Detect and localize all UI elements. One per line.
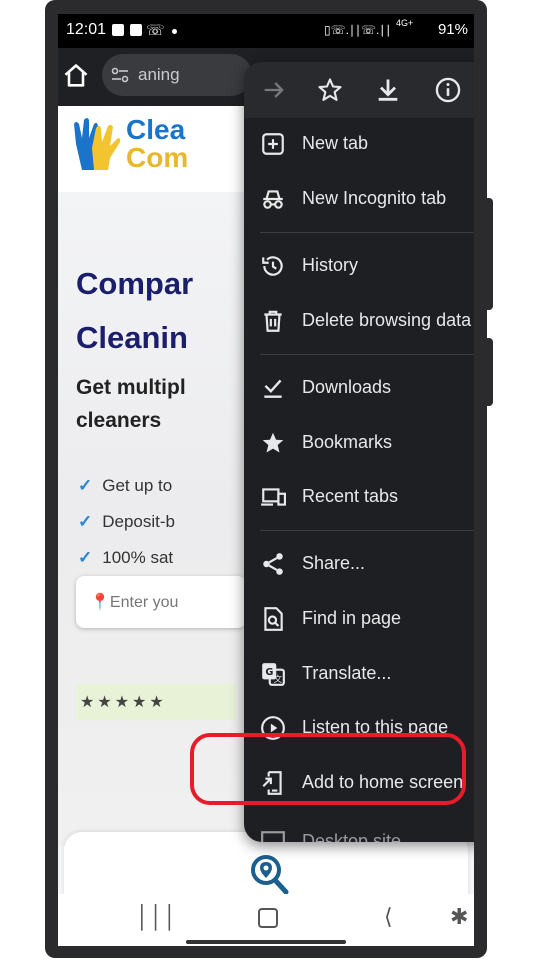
menu-item-share[interactable]: Share...: [244, 538, 474, 590]
menu-item-label: History: [302, 255, 359, 275]
menu-divider: [260, 354, 474, 355]
forward-icon[interactable]: [260, 76, 288, 104]
signal-icons: ▯☏.∣∣☏.∣∣: [324, 23, 392, 37]
accessibility-icon[interactable]: ✱: [450, 904, 468, 930]
checkmark-icon: ✓: [78, 476, 93, 495]
find-icon: [260, 606, 286, 632]
menu-item-desktop-site[interactable]: Desktop site: [244, 816, 474, 842]
page-info-icon[interactable]: [434, 76, 462, 104]
checkmark-icon: ✓: [78, 512, 93, 531]
whatsapp-notification-icon: ☏: [146, 22, 165, 39]
menu-item-history[interactable]: History: [244, 240, 474, 292]
hero-subtitle-line1: Get multipl: [76, 376, 186, 399]
menu-item-label: Translate...: [302, 663, 392, 683]
menu-item-label: Delete browsing data: [302, 310, 472, 330]
star-icon: [260, 430, 286, 456]
benefit-item: ✓ 100% sat: [78, 548, 173, 568]
recent-tabs-icon: [260, 484, 286, 510]
highlight-annotation: [190, 733, 466, 805]
menu-item-label: New Incognito tab: [302, 188, 447, 208]
menu-item-downloads[interactable]: Downloads: [244, 362, 474, 414]
android-nav-bar: │││ ⟨ ✱: [58, 894, 474, 946]
logo-text-line2: Com: [126, 142, 189, 173]
menu-item-translate[interactable]: G文 Translate...: [244, 648, 474, 700]
menu-item-new-incognito-tab[interactable]: New Incognito tab: [244, 173, 474, 225]
rating-bar: ★★★★★: [76, 684, 236, 720]
download-icon[interactable]: [374, 76, 402, 104]
back-icon[interactable]: ⟨: [384, 904, 393, 930]
status-bar: 12:01 ☏ ▯☏.∣∣☏.∣∣ 4G+ 91%: [58, 14, 474, 48]
menu-item-label: Downloads: [302, 377, 392, 397]
battery-level: 91%: [437, 21, 468, 38]
volume-button: [485, 198, 493, 310]
translate-icon: G文: [260, 661, 286, 687]
menu-item-recent-tabs[interactable]: Recent tabs: [244, 471, 474, 523]
menu-divider: [260, 530, 474, 531]
power-button: [485, 338, 493, 406]
desktop-icon: [260, 829, 286, 842]
menu-item-new-tab[interactable]: New tab: [244, 118, 474, 170]
benefit-item: ✓ Deposit-b: [78, 512, 175, 532]
menu-item-find-in-page[interactable]: Find in page: [244, 593, 474, 645]
home-icon[interactable]: [62, 62, 90, 90]
checkmark-icon: ✓: [78, 548, 93, 567]
location-search-icon[interactable]: [248, 852, 292, 896]
browser-overflow-menu: New tab New Incognito tab History Delete…: [244, 62, 474, 842]
menu-item-label: Recent tabs: [302, 486, 399, 506]
history-icon: [260, 253, 286, 279]
menu-item-label: New tab: [302, 133, 369, 153]
menu-item-delete-browsing-data[interactable]: Delete browsing data: [244, 295, 474, 347]
new-tab-icon: [260, 131, 286, 157]
gloves-logo-icon: [70, 114, 122, 174]
svg-text:G: G: [265, 667, 273, 678]
benefit-text: 100% sat: [102, 548, 174, 567]
check-notification-icon: [130, 24, 142, 36]
trash-icon: [260, 308, 286, 334]
menu-item-label: Find in page: [302, 608, 402, 628]
hero-subtitle-line2: cleaners: [76, 409, 162, 432]
gesture-pill: [186, 940, 346, 944]
incognito-icon: [260, 186, 286, 212]
url-text: aning: [138, 65, 180, 84]
benefit-item: ✓ Get up to: [78, 476, 172, 496]
postcode-placeholder: 📍Enter you: [90, 594, 179, 611]
share-icon: [260, 551, 286, 577]
menu-toolbar: [244, 62, 474, 118]
menu-divider: [260, 232, 474, 233]
hero-title-line2: Cleanin: [76, 320, 188, 355]
menu-item-label: Bookmarks: [302, 432, 393, 452]
bookmark-star-icon[interactable]: [316, 76, 344, 104]
benefit-text: Deposit-b: [102, 512, 176, 531]
network-type: 4G+: [396, 18, 414, 28]
menu-item-bookmarks[interactable]: Bookmarks: [244, 417, 474, 469]
postcode-input[interactable]: 📍Enter you: [76, 576, 246, 628]
home-nav-icon[interactable]: [258, 908, 278, 928]
site-settings-icon[interactable]: [110, 65, 130, 85]
rating-stars: ★★★★★: [80, 694, 167, 711]
phone-screen: 12:01 ☏ ▯☏.∣∣☏.∣∣ 4G+ 91% aning Clea Com…: [58, 14, 474, 946]
menu-item-label: Desktop site: [302, 831, 402, 842]
downloads-icon: [260, 375, 286, 401]
svg-text:文: 文: [274, 673, 283, 685]
more-notifications-dot: [172, 29, 177, 34]
recent-apps-icon[interactable]: │││: [136, 904, 177, 930]
menu-item-label: Share...: [302, 553, 366, 573]
url-bar[interactable]: aning: [102, 54, 252, 96]
hero-title-line1: Compar: [76, 266, 194, 301]
benefit-text: Get up to: [102, 476, 173, 495]
status-time: 12:01: [66, 21, 107, 38]
gallery-notification-icon: [112, 24, 124, 36]
